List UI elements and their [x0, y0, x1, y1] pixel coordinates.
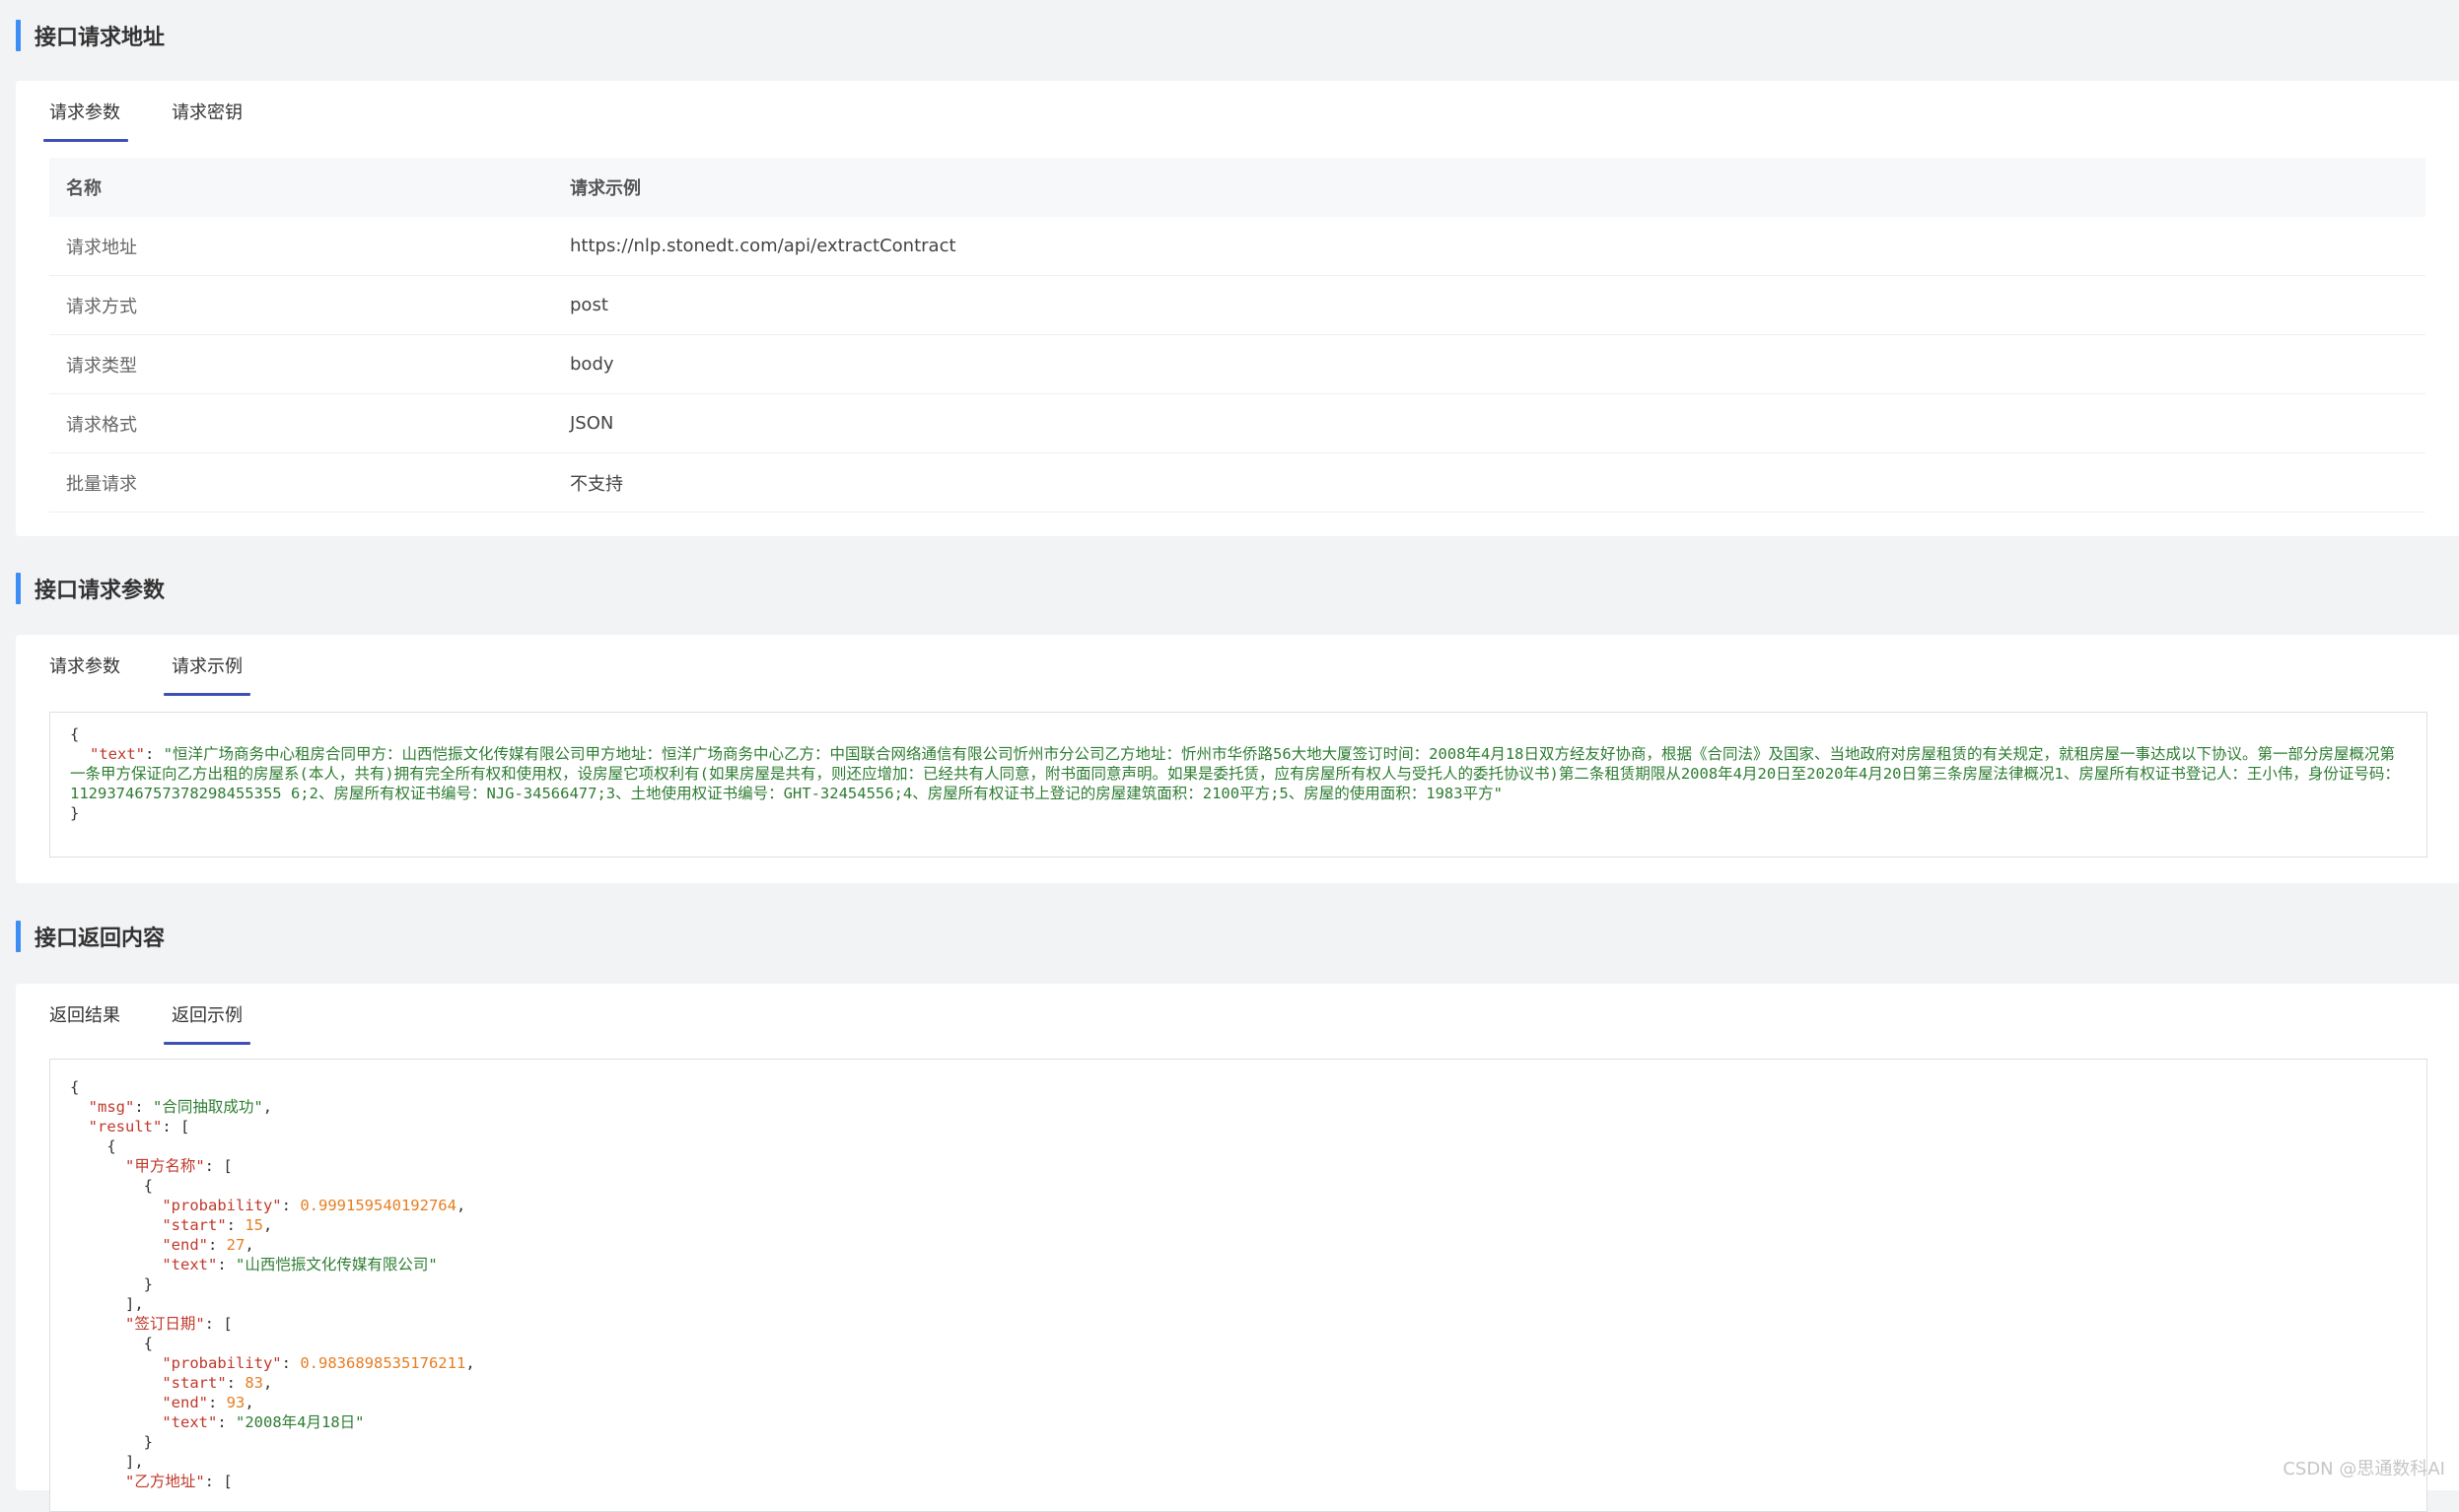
- json-key-start: "start": [162, 1374, 227, 1392]
- batch-request-value: 不支持: [570, 473, 623, 495]
- code-text-line: "text": "恒洋广场商务中心租房合同甲方：山西恺振文化传媒有限公司甲方地址…: [70, 745, 2400, 802]
- json-key-end: "end": [162, 1394, 208, 1411]
- request-address-table: 名称 请求示例 请求地址 https://nlp.stonedt.com/api…: [49, 158, 2425, 513]
- json-key-sign-date: "签订日期": [125, 1315, 205, 1333]
- section-header-request-address: 接口请求地址: [16, 19, 165, 52]
- json-key-start: "start": [162, 1216, 227, 1234]
- tab-request-key[interactable]: 请求密钥: [164, 81, 250, 142]
- row-label: 请求格式: [66, 414, 137, 436]
- json-value-probability: 0.9836898535176211: [300, 1354, 466, 1372]
- table-row: 请求方式 post: [49, 276, 2425, 335]
- json-value-end: 27: [226, 1236, 246, 1254]
- row-label: 请求方式: [66, 296, 137, 317]
- response-card: 返回结果 返回示例 { "msg": "合同抽取成功", "result": […: [16, 984, 2459, 1512]
- tab-response-result[interactable]: 返回结果: [43, 984, 128, 1045]
- tab-request-example[interactable]: 请求示例: [164, 635, 250, 696]
- json-key-party-b-address: "乙方地址": [125, 1473, 205, 1490]
- tab-response-example[interactable]: 返回示例: [164, 984, 250, 1045]
- request-params-card: 请求参数 请求示例 { "text": "恒洋广场商务中心租房合同甲方：山西恺振…: [16, 635, 2459, 883]
- json-key-text: "text": [162, 1413, 218, 1431]
- section-title: 接口请求参数: [35, 579, 166, 603]
- json-value-start: 83: [245, 1374, 263, 1392]
- json-key-msg: "msg": [88, 1098, 135, 1116]
- column-header-example: 请求示例: [570, 178, 641, 199]
- json-value-probability: 0.999159540192764: [300, 1197, 457, 1214]
- section-title: 接口请求地址: [35, 26, 166, 50]
- json-key-text: "text": [162, 1256, 218, 1273]
- code-brace-close: }: [70, 804, 80, 822]
- table-row: 请求地址 https://nlp.stonedt.com/api/extract…: [49, 217, 2425, 276]
- json-value-text: "2008年4月18日": [236, 1413, 365, 1431]
- response-example-code: { "msg": "合同抽取成功", "result": [ { "甲方名称":…: [49, 1059, 2427, 1512]
- response-tabs: 返回结果 返回示例: [49, 984, 286, 1045]
- section-header-response: 接口返回内容: [16, 920, 165, 953]
- json-key-result: "result": [88, 1118, 163, 1135]
- request-address-tabs: 请求参数 请求密钥: [43, 81, 286, 142]
- section-title: 接口返回内容: [35, 927, 166, 951]
- table-row: 请求类型 body: [49, 335, 2425, 394]
- json-value-text: "山西恺振文化传媒有限公司": [236, 1256, 438, 1273]
- json-key-probability: "probability": [162, 1197, 282, 1214]
- request-params-tabs: 请求参数 请求示例: [49, 635, 286, 696]
- column-header-name: 名称: [66, 178, 102, 199]
- request-url-value: https://nlp.stonedt.com/api/extractContr…: [570, 236, 956, 256]
- request-type-value: body: [570, 354, 614, 375]
- section-accent-bar: [16, 20, 21, 51]
- json-key-text: "text": [90, 745, 145, 763]
- row-label: 请求类型: [66, 355, 137, 377]
- tab-request-params[interactable]: 请求参数: [43, 635, 128, 696]
- row-label: 请求地址: [66, 237, 137, 258]
- json-value-msg: "合同抽取成功": [153, 1098, 263, 1116]
- request-example-code: { "text": "恒洋广场商务中心租房合同甲方：山西恺振文化传媒有限公司甲方…: [49, 712, 2427, 858]
- section-header-request-params: 接口请求参数: [16, 572, 165, 605]
- json-key-end: "end": [162, 1236, 208, 1254]
- json-value-start: 15: [245, 1216, 263, 1234]
- row-label: 批量请求: [66, 473, 137, 495]
- watermark: CSDN @思通数科AI: [2283, 1459, 2445, 1479]
- json-value-text: "恒洋广场商务中心租房合同甲方：山西恺振文化传媒有限公司甲方地址：恒洋广场商务中…: [70, 745, 2400, 802]
- request-address-card: 请求参数 请求密钥 名称 请求示例 请求地址 https://nlp.stone…: [16, 81, 2459, 536]
- section-accent-bar: [16, 573, 21, 604]
- section-accent-bar: [16, 921, 21, 952]
- request-format-value: JSON: [570, 413, 614, 434]
- json-key-party-a-name: "甲方名称": [125, 1157, 205, 1175]
- table-row: 请求格式 JSON: [49, 394, 2425, 453]
- json-value-end: 93: [226, 1394, 246, 1411]
- json-key-probability: "probability": [162, 1354, 282, 1372]
- table-header-row: 名称 请求示例: [49, 158, 2425, 217]
- code-brace-open: {: [70, 725, 80, 743]
- tab-request-params[interactable]: 请求参数: [43, 81, 128, 142]
- table-row: 批量请求 不支持: [49, 453, 2425, 513]
- request-method-value: post: [570, 295, 608, 315]
